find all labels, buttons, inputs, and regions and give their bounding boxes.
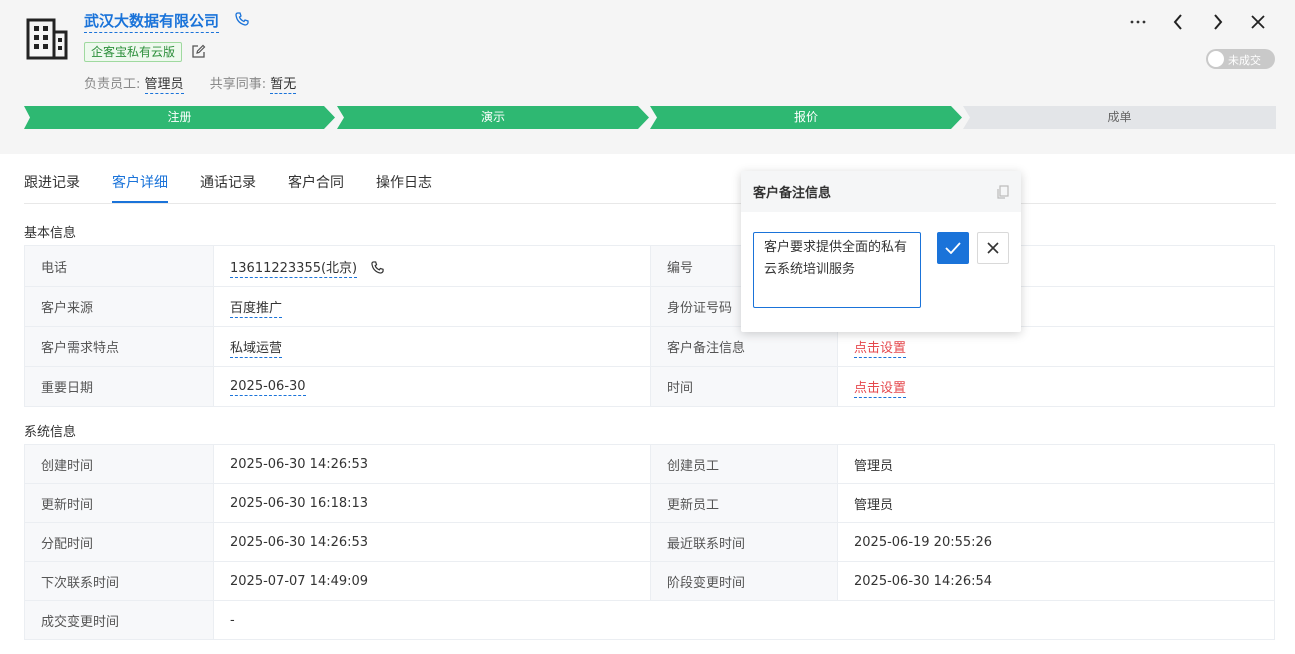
field-value: 2025-06-30 14:26:53 — [213, 444, 651, 484]
tab-follow-up[interactable]: 跟进记录 — [24, 172, 80, 192]
owner-value[interactable]: 管理员 — [144, 77, 184, 94]
toggle-knob — [1208, 51, 1224, 67]
field-label: 更新时间 — [24, 483, 214, 523]
deal-status-label: 未成交 — [1228, 54, 1261, 67]
set-time-link[interactable]: 点击设置 — [854, 381, 907, 398]
field-label: 更新员工 — [650, 483, 838, 523]
field-label: 客户需求特点 — [24, 326, 214, 367]
field-label: 客户备注信息 — [650, 326, 838, 367]
field-value: 百度推广 — [213, 286, 651, 327]
table-row: 更新时间 2025-06-30 16:18:13 更新员工 管理员 — [24, 483, 1275, 523]
phone-icon[interactable] — [371, 260, 384, 274]
table-row: 下次联系时间 2025-07-07 14:49:09 阶段变更时间 2025-0… — [24, 561, 1275, 601]
field-label: 重要日期 — [24, 366, 214, 407]
field-value: 私域运营 — [213, 326, 651, 367]
field-value: - — [213, 600, 1275, 640]
edit-icon[interactable] — [191, 44, 206, 59]
demand-value[interactable]: 私域运营 — [230, 341, 283, 358]
phone-value: 13611223355(北京) — [213, 245, 651, 287]
check-icon — [945, 242, 961, 254]
table-row: 客户来源 百度推广 身份证号码 — [24, 286, 1275, 327]
tab-operation-log[interactable]: 操作日志 — [376, 172, 432, 192]
company-name[interactable]: 武汉大数据有限公司 — [84, 10, 220, 33]
tab-contracts[interactable]: 客户合同 — [288, 172, 344, 192]
table-row: 电话 13611223355(北京) 编号 — [24, 245, 1275, 287]
field-value: 点击设置 — [837, 366, 1275, 407]
table-row: 分配时间 2025-06-30 14:26:53 最近联系时间 2025-06-… — [24, 522, 1275, 562]
field-label: 分配时间 — [24, 522, 214, 562]
field-value: 2025-06-19 20:55:26 — [837, 522, 1275, 562]
system-info-table: 创建时间 2025-06-30 14:26:53 创建员工 管理员 更新时间 2… — [24, 444, 1275, 640]
top-actions — [1129, 12, 1267, 32]
field-value: 2025-06-30 14:26:53 — [213, 522, 651, 562]
field-label: 成交变更时间 — [24, 600, 214, 640]
tab-call-records[interactable]: 通话记录 — [200, 172, 256, 192]
popup-title: 客户备注信息 — [753, 186, 832, 201]
source-value[interactable]: 百度推广 — [230, 301, 283, 318]
owner-row: 负责员工: 管理员 共享同事: 暂无 — [84, 73, 297, 94]
basic-info-title: 基本信息 — [24, 226, 77, 241]
field-value: 2025-06-30 — [213, 366, 651, 407]
cancel-button[interactable] — [977, 232, 1009, 264]
field-value: 2025-06-30 16:18:13 — [213, 483, 651, 523]
field-label: 创建时间 — [24, 444, 214, 484]
deal-status-toggle[interactable]: 未成交 — [1206, 49, 1275, 69]
edition-tag: 企客宝私有云版 — [84, 42, 183, 62]
more-icon[interactable] — [1129, 12, 1147, 32]
field-label: 时间 — [650, 366, 838, 407]
field-value: 点击设置 — [837, 326, 1275, 367]
basic-info-table: 电话 13611223355(北京) 编号 客户来源 百度推广 身份证号码 客户… — [24, 245, 1275, 407]
close-icon[interactable] — [1249, 12, 1267, 32]
field-value: 2025-07-07 14:49:09 — [213, 561, 651, 601]
stage-label: 注册 — [167, 110, 192, 124]
field-label: 最近联系时间 — [650, 522, 838, 562]
building-icon — [26, 18, 68, 60]
field-label: 电话 — [24, 245, 214, 287]
stage-label: 报价 — [793, 110, 818, 124]
system-info-title: 系统信息 — [24, 425, 77, 440]
stage-label: 演示 — [480, 110, 505, 124]
table-row: 重要日期 2025-06-30 时间 点击设置 — [24, 366, 1275, 407]
customer-header: 武汉大数据有限公司 企客宝私有云版 负责员工: 管理员 共享同事: 暂无 未成交… — [0, 0, 1295, 154]
remark-popup: 客户备注信息 客户要求提供全面的私有云系统培训服务 — [741, 171, 1021, 332]
owner-label: 负责员工: — [84, 77, 141, 92]
field-label: 下次联系时间 — [24, 561, 214, 601]
stage-label: 成单 — [1107, 110, 1132, 124]
table-row: 成交变更时间 - — [24, 600, 1275, 640]
stage-step[interactable]: 报价 — [650, 106, 962, 129]
popup-header: 客户备注信息 — [741, 171, 1021, 212]
table-row: 客户需求特点 私域运营 客户备注信息 点击设置 — [24, 326, 1275, 367]
important-date-value[interactable]: 2025-06-30 — [230, 379, 306, 396]
active-tab-indicator — [112, 201, 168, 203]
previous-icon[interactable] — [1169, 12, 1187, 32]
field-label: 客户来源 — [24, 286, 214, 327]
stage-step[interactable]: 成单 — [963, 106, 1276, 129]
stage-progress: 注册 演示 报价 成单 — [24, 106, 1276, 129]
share-value[interactable]: 暂无 — [270, 77, 297, 94]
close-icon — [987, 242, 999, 254]
detail-tabs: 跟进记录 客户详细 通话记录 客户合同 操作日志 — [24, 160, 1276, 204]
table-row: 创建时间 2025-06-30 14:26:53 创建员工 管理员 — [24, 444, 1275, 484]
tab-customer-detail[interactable]: 客户详细 — [112, 172, 168, 192]
confirm-button[interactable] — [937, 232, 969, 264]
next-icon[interactable] — [1209, 12, 1227, 32]
stage-step[interactable]: 演示 — [337, 106, 649, 129]
stage-step[interactable]: 注册 — [24, 106, 335, 129]
field-value: 管理员 — [837, 444, 1275, 484]
remark-textarea[interactable]: 客户要求提供全面的私有云系统培训服务 — [753, 232, 921, 308]
set-remark-link[interactable]: 点击设置 — [854, 341, 907, 358]
field-label: 阶段变更时间 — [650, 561, 838, 601]
field-label: 创建员工 — [650, 444, 838, 484]
share-label: 共享同事: — [209, 77, 267, 92]
field-value: 2025-06-30 14:26:54 — [837, 561, 1275, 601]
field-value: 管理员 — [837, 483, 1275, 523]
copy-icon[interactable] — [997, 184, 1009, 199]
phone-icon[interactable] — [235, 12, 249, 26]
